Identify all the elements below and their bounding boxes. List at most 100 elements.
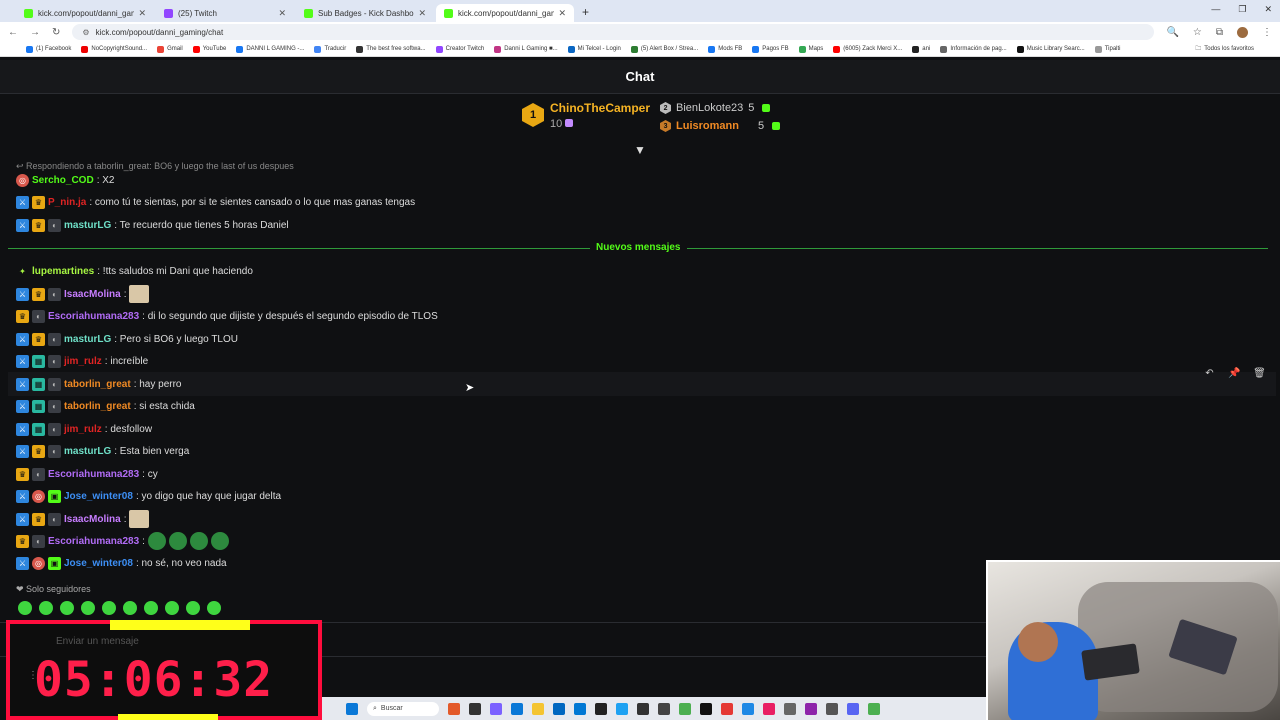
bookmark-item[interactable]: Información de pag... [940, 45, 1007, 53]
emote-icon[interactable] [18, 601, 32, 615]
leaderboard-second[interactable]: 2 BienLokote23 5 [660, 102, 780, 114]
url-field[interactable]: ⚙ kick.com/popout/danni_gaming/chat [72, 24, 1155, 40]
emote-icon[interactable] [60, 601, 74, 615]
emote-icon[interactable] [165, 601, 179, 615]
minimize-icon[interactable]: — [1211, 4, 1220, 15]
forward-icon[interactable]: → [30, 27, 40, 38]
bookmark-item[interactable]: (1) Facebook [26, 45, 71, 53]
close-window-icon[interactable]: ✕ [1264, 4, 1272, 15]
bookmark-item[interactable]: Traducir [314, 45, 346, 53]
file-explorer-icon[interactable] [532, 702, 544, 715]
message-username[interactable]: Escoriahumana283 [48, 469, 139, 480]
bookmark-item[interactable]: Creator Twitch [435, 45, 484, 53]
emote-icon[interactable] [102, 601, 116, 615]
chat-message[interactable]: ⚔ ♛ ◐ masturLG: Esta bien verga [16, 445, 189, 458]
taskbar-search[interactable]: ⌕ Buscar [367, 701, 439, 716]
bookmark-item[interactable]: Gmail [157, 45, 183, 53]
app-icon[interactable] [805, 702, 817, 715]
store-icon[interactable] [553, 702, 565, 715]
reply-context[interactable]: ↩ Respondiendo a taborlin_great: BO6 y l… [16, 161, 294, 172]
delete-icon[interactable]: 🗑 [1252, 366, 1267, 381]
maximize-icon[interactable]: ❐ [1238, 4, 1246, 15]
reply-icon[interactable]: ↶ [1202, 366, 1217, 381]
terminal-icon[interactable] [637, 702, 649, 715]
emote-icon[interactable] [81, 601, 95, 615]
edge-icon[interactable] [511, 702, 523, 715]
chat-message[interactable]: ✦ lupemartines: !tts saludos mi Dani que… [16, 265, 253, 278]
bookmark-item[interactable]: Mi Telcel - Login [567, 45, 621, 53]
mail-icon[interactable] [574, 702, 586, 715]
bookmark-item[interactable]: NoCopyrightSound... [81, 45, 147, 53]
emote-icon[interactable] [186, 601, 200, 615]
menu-icon[interactable]: ⋮ [1262, 27, 1272, 38]
chat-message[interactable]: ♛ ◐ Escoriahumana283: [16, 532, 229, 550]
back-icon[interactable]: ← [8, 27, 18, 38]
emote-icon[interactable] [123, 601, 137, 615]
message-username[interactable]: lupemartines [32, 266, 94, 277]
app-icon[interactable] [868, 702, 880, 715]
chat-message[interactable]: ⚔ ▦ ◐ jim_rulz: desfollow [16, 423, 152, 436]
discord-icon[interactable] [847, 702, 859, 715]
collapse-leaderboard-icon[interactable]: ▼ [634, 143, 646, 157]
windows-start-icon[interactable] [346, 702, 358, 715]
leaderboard-third[interactable]: 3 Luisromann 5 [660, 120, 781, 132]
bookmark-item[interactable]: (5) Alert Box / Strea... [630, 45, 698, 53]
profile-avatar[interactable] [1237, 26, 1248, 38]
reload-icon[interactable]: ↻ [52, 27, 60, 38]
close-tab-icon[interactable]: ✕ [138, 8, 146, 19]
chat-message[interactable]: ⚔ ▦ ◐ taborlin_great: si esta chida [16, 400, 195, 413]
leaderboard-first[interactable]: 1 ChinoTheCamper 10 [522, 98, 650, 132]
bookmark-item[interactable]: Pagos FB [752, 45, 789, 53]
all-bookmarks-folder[interactable]: 🗀 Todos los favoritos [1195, 44, 1254, 54]
chat-message[interactable]: ⚔ ◎ ▣ Jose_winter08: no sé, no veo nada [16, 557, 227, 570]
zoom-icon[interactable]: 🔍 [1166, 27, 1178, 38]
widgets-icon[interactable] [448, 702, 460, 715]
chat-message[interactable]: ⚔ ▦ ◐ taborlin_great: hay perro [16, 378, 182, 391]
chat-message[interactable]: ⚔ ▦ ◐ jim_rulz: increíble [16, 355, 148, 368]
browser-tab-2[interactable]: (25) Twitch ✕ [156, 4, 294, 22]
chrome-icon[interactable] [679, 702, 691, 715]
message-username[interactable]: Escoriahumana283 [48, 536, 139, 547]
chat-message[interactable]: ⚔ ♛ ◐ masturLG: Te recuerdo que tienes 5 h… [16, 219, 289, 232]
app-icon[interactable] [784, 702, 796, 715]
capture-icon[interactable] [700, 702, 712, 715]
bookmark-item[interactable]: YouTube [192, 45, 226, 53]
app-icon[interactable] [616, 702, 628, 715]
app-icon[interactable] [742, 702, 754, 715]
copilot-icon[interactable] [490, 702, 502, 715]
app-icon[interactable] [826, 702, 838, 715]
close-tab-icon[interactable]: ✕ [278, 8, 286, 19]
app-icon[interactable] [763, 702, 775, 715]
bookmark-item[interactable]: Mods FB [708, 45, 742, 53]
message-username[interactable]: masturLG [64, 220, 111, 231]
browser-tab-3[interactable]: Sub Badges - Kick Dashboard✕ [296, 4, 434, 22]
pin-icon[interactable]: 📌 [1227, 366, 1242, 381]
close-tab-icon[interactable]: ✕ [418, 8, 426, 19]
message-username[interactable]: Escoriahumana283 [48, 311, 139, 322]
chat-message[interactable]: ⚔ ♛ ◐ masturLG: Pero si BO6 y luego TLOU [16, 333, 238, 346]
obs-icon[interactable] [595, 702, 607, 715]
capcut-icon[interactable] [658, 702, 670, 715]
close-tab-icon[interactable]: ✕ [558, 8, 566, 19]
chat-message[interactable]: ⚔ ♛ P_nin.ja: como tú te sientas, por si … [16, 196, 415, 209]
bookmark-item[interactable]: Tipalti [1094, 45, 1121, 53]
chat-message[interactable]: ♛ ◐ Escoriahumana283: di lo segundo que d… [16, 310, 438, 323]
message-username[interactable]: IsaacMolina [64, 289, 121, 300]
site-info-icon[interactable]: ⚙ [82, 28, 89, 37]
app-icon[interactable] [721, 702, 733, 715]
message-username[interactable]: IsaacMolina [64, 514, 121, 525]
bookmark-item[interactable]: Maps [798, 45, 823, 53]
task-view-icon[interactable] [469, 702, 481, 715]
bookmark-item[interactable]: Music Library Searc... [1016, 45, 1085, 53]
chat-message[interactable]: ⚔ ♛ ◐ IsaacMolina: [16, 285, 150, 303]
bookmark-item[interactable]: The best free softwa... [356, 45, 426, 53]
bookmark-item[interactable]: DANNI L GAMING -... [236, 45, 304, 53]
message-username[interactable]: Jose_winter08 [64, 491, 133, 502]
message-username[interactable]: taborlin_great [64, 379, 131, 390]
bookmark-item[interactable]: Danni L Gaming ■... [494, 45, 558, 53]
message-username[interactable]: masturLG [64, 446, 111, 457]
emote-icon[interactable] [39, 601, 53, 615]
message-username[interactable]: taborlin_great [64, 401, 131, 412]
browser-tab-1[interactable]: kick.com/popout/danni_gaming/chat✕ [16, 4, 154, 22]
message-username[interactable]: Sercho_COD [32, 175, 94, 186]
